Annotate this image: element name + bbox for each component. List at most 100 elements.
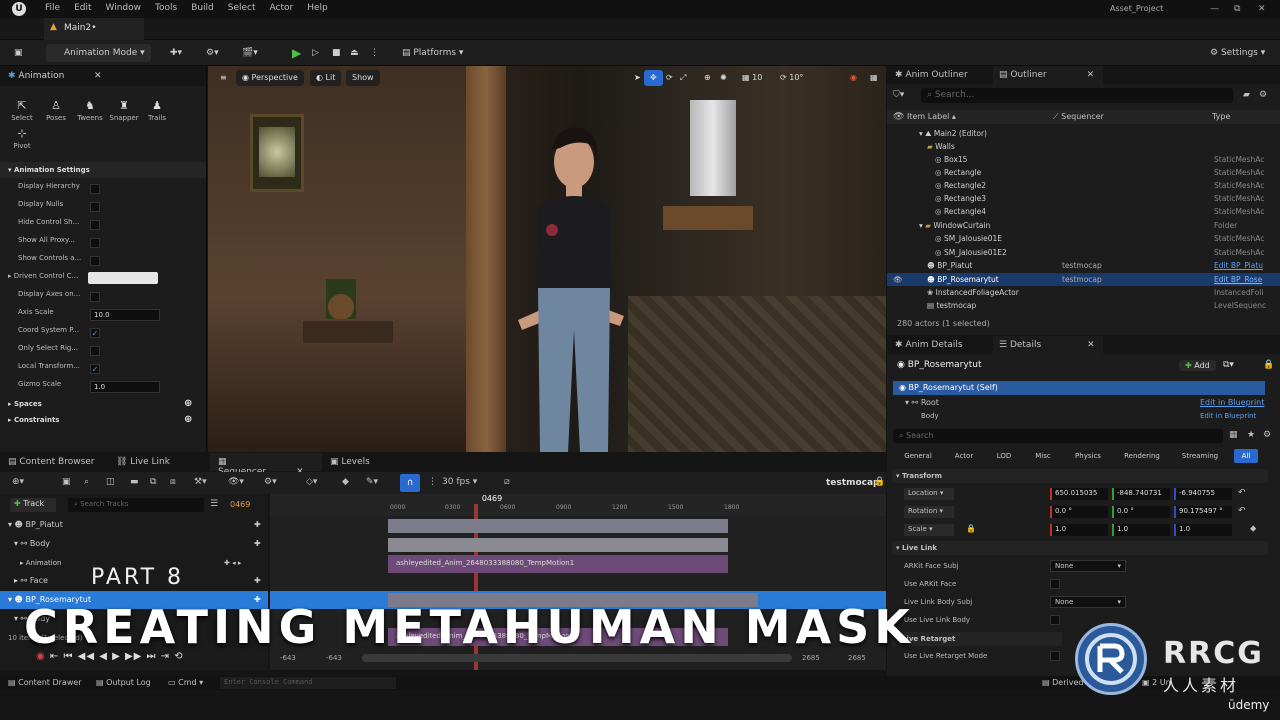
- close-tab-icon[interactable]: ✕: [94, 71, 102, 81]
- view-end-field[interactable]: 2685: [848, 654, 866, 662]
- use-live-retarget-checkbox[interactable]: [1050, 651, 1060, 661]
- lock-icon[interactable]: 🔒: [1263, 360, 1274, 370]
- details-search-input[interactable]: ⌕ Search: [893, 429, 1223, 443]
- record-icon[interactable]: ◉: [844, 70, 863, 86]
- add-track-item-icon[interactable]: ✚: [254, 516, 261, 534]
- tool-pivot[interactable]: ⊹ Pivot: [6, 128, 38, 151]
- step-icon[interactable]: ▷: [306, 44, 325, 62]
- current-frame-field[interactable]: 0469: [230, 500, 250, 509]
- scale-y-input[interactable]: 1.0: [1112, 524, 1170, 536]
- filter-actor[interactable]: Actor: [944, 449, 984, 463]
- scale-lock-icon[interactable]: 🔒: [966, 524, 976, 533]
- animation-clip[interactable]: ashleyedited_Anim_2648033388080_TempMoti…: [388, 555, 728, 573]
- table-row[interactable]: ◎ Box15 StaticMeshAc: [887, 153, 1280, 166]
- axis-scale-input[interactable]: 10.0: [90, 309, 160, 321]
- location-dropdown[interactable]: Location ▾: [904, 488, 954, 500]
- view-options-icon[interactable]: 👁▾: [228, 477, 244, 487]
- cmd-dropdown[interactable]: ▭ Cmd ▾: [168, 678, 203, 687]
- track-row[interactable]: ▾ ☻ BP_Piatut ✚: [0, 516, 268, 534]
- close-window-button[interactable]: ✕: [1258, 4, 1266, 14]
- add-constraint-icon[interactable]: ⊕: [184, 414, 192, 425]
- table-row[interactable]: ◎ Rectangle3 StaticMeshAc: [887, 192, 1280, 205]
- tab-live-link[interactable]: ⛓ Live Link: [116, 457, 170, 467]
- scale-z-input[interactable]: 1.0: [1174, 524, 1232, 536]
- save-icon[interactable]: ▣: [8, 44, 29, 62]
- tab-details[interactable]: ☰ Details ✕: [993, 336, 1103, 354]
- track-filter-icon[interactable]: ☰: [210, 499, 218, 509]
- blueprint-icon[interactable]: ⚙▾: [200, 44, 225, 62]
- rotation-z-input[interactable]: 90.175497 °: [1174, 506, 1232, 518]
- close-tab-icon[interactable]: ✕: [1087, 70, 1095, 80]
- layout-icon[interactable]: ▦: [864, 70, 884, 86]
- filter-all[interactable]: All: [1234, 449, 1258, 463]
- menu-edit[interactable]: Edit: [67, 0, 98, 13]
- add-animation-icon[interactable]: ✚ ◂ ▸: [224, 554, 241, 572]
- playback-range-icon[interactable]: ⧄: [504, 477, 510, 487]
- table-row[interactable]: ◎ SM_Jalousie01E StaticMeshAc: [887, 232, 1280, 245]
- live-retarget-header[interactable]: ▾ Live Retarget: [892, 632, 1062, 646]
- show-controls-checkbox[interactable]: [90, 256, 100, 266]
- live-link-body-subj-dropdown[interactable]: None ▾: [1050, 596, 1126, 608]
- tool-select[interactable]: ⇱ Select: [6, 100, 38, 123]
- menu-file[interactable]: File: [38, 0, 67, 13]
- pen-icon[interactable]: ✎▾: [366, 477, 378, 487]
- table-row[interactable]: ◎ Rectangle4 StaticMeshAc: [887, 205, 1280, 218]
- transform-header[interactable]: ▾ Transform: [892, 469, 1268, 483]
- rotation-dropdown[interactable]: Rotation ▾: [904, 506, 954, 518]
- tab-anim-details[interactable]: ✱ Anim Details: [895, 340, 963, 350]
- scale-dropdown[interactable]: Scale ▾: [904, 524, 954, 536]
- settings-button[interactable]: ⚙ Settings ▾: [1204, 44, 1271, 62]
- row-type[interactable]: Edit BP_Rose: [1214, 273, 1262, 286]
- menu-select[interactable]: Select: [221, 0, 263, 13]
- add-track-item-icon[interactable]: ✚: [254, 535, 261, 553]
- reset-location-icon[interactable]: ↶: [1238, 488, 1246, 498]
- mode-dropdown[interactable]: Animation Mode ▾: [46, 44, 151, 62]
- tab-levels[interactable]: ▣ Levels: [330, 457, 370, 467]
- search-tracks-input[interactable]: ⌕ Search Tracks: [68, 498, 204, 512]
- add-track-item-icon[interactable]: ✚: [254, 572, 261, 590]
- playhead-label[interactable]: 0469: [478, 494, 506, 506]
- tab-anim-outliner[interactable]: ✱ Anim Outliner: [895, 70, 968, 80]
- table-row[interactable]: ▤ testmocap LevelSequenc: [887, 299, 1280, 312]
- bake-icon[interactable]: ⧉: [150, 477, 156, 487]
- scale-x-input[interactable]: 1.0: [1050, 524, 1108, 536]
- perspective-button[interactable]: ◉ Perspective: [236, 70, 304, 86]
- use-arkit-face-checkbox[interactable]: [1050, 579, 1060, 589]
- sequence-lock-icon[interactable]: 🔒: [874, 477, 885, 487]
- column-type[interactable]: Type: [1212, 112, 1230, 121]
- tool-tweens[interactable]: ♞ Tweens: [74, 100, 106, 123]
- add-actor-icon[interactable]: ✚▾: [164, 44, 188, 62]
- menu-help[interactable]: Help: [300, 0, 335, 13]
- view-start-field[interactable]: -643: [280, 654, 296, 662]
- tool-poses[interactable]: ♙ Poses: [40, 100, 72, 123]
- time-ruler[interactable]: [270, 494, 886, 516]
- favorites-icon[interactable]: ★: [1247, 430, 1255, 440]
- location-x-input[interactable]: 650.015035: [1050, 488, 1108, 500]
- cinematics-icon[interactable]: 🎬▾: [236, 44, 264, 62]
- level-viewport[interactable]: ≡ ◉ Perspective ◐ Lit Show ➤ ✥ ⟳ ⤢ ⊕ ✺ ▦…: [208, 66, 886, 452]
- tab-outliner[interactable]: ▤ Outliner ✕: [993, 66, 1103, 84]
- level-tab[interactable]: ▲ Main2•: [44, 18, 144, 40]
- local-transform-checkbox[interactable]: ✓: [90, 364, 100, 374]
- menu-tools[interactable]: Tools: [148, 0, 184, 13]
- snap-magnet-icon[interactable]: ∩: [400, 474, 420, 492]
- menu-actor[interactable]: Actor: [263, 0, 301, 13]
- rotation-x-input[interactable]: 0.0 °: [1050, 506, 1108, 518]
- filter-icon[interactable]: ⛉▾: [893, 90, 904, 100]
- table-row[interactable]: ▾ ▰ WindowCurtain Folder: [887, 219, 1280, 232]
- table-row[interactable]: ❀ InstancedFoliageActor InstancedFoli: [887, 286, 1280, 299]
- play-options-icon[interactable]: ⋮: [364, 44, 385, 62]
- live-link-header[interactable]: ▾ Live Link: [892, 541, 1268, 555]
- lit-button[interactable]: ◐ Lit: [310, 70, 342, 86]
- section-bar[interactable]: [388, 519, 728, 533]
- gizmo-scale-input[interactable]: 1.0: [90, 381, 160, 393]
- filter-misc[interactable]: Misc: [1026, 449, 1060, 463]
- keyframe-icon[interactable]: ◆: [342, 477, 349, 487]
- viewport-menu-icon[interactable]: ≡: [214, 70, 236, 86]
- tool-trails[interactable]: ♟ Trails: [141, 100, 173, 123]
- add-component-button[interactable]: ✚ Add: [1179, 360, 1216, 371]
- console-input[interactable]: Enter Console Command: [220, 677, 396, 689]
- location-z-input[interactable]: -6.940755: [1174, 488, 1232, 500]
- table-row[interactable]: ◎ SM_Jalousie01E2 StaticMeshAc: [887, 246, 1280, 259]
- content-drawer-button[interactable]: ▤ Content Drawer: [8, 678, 82, 687]
